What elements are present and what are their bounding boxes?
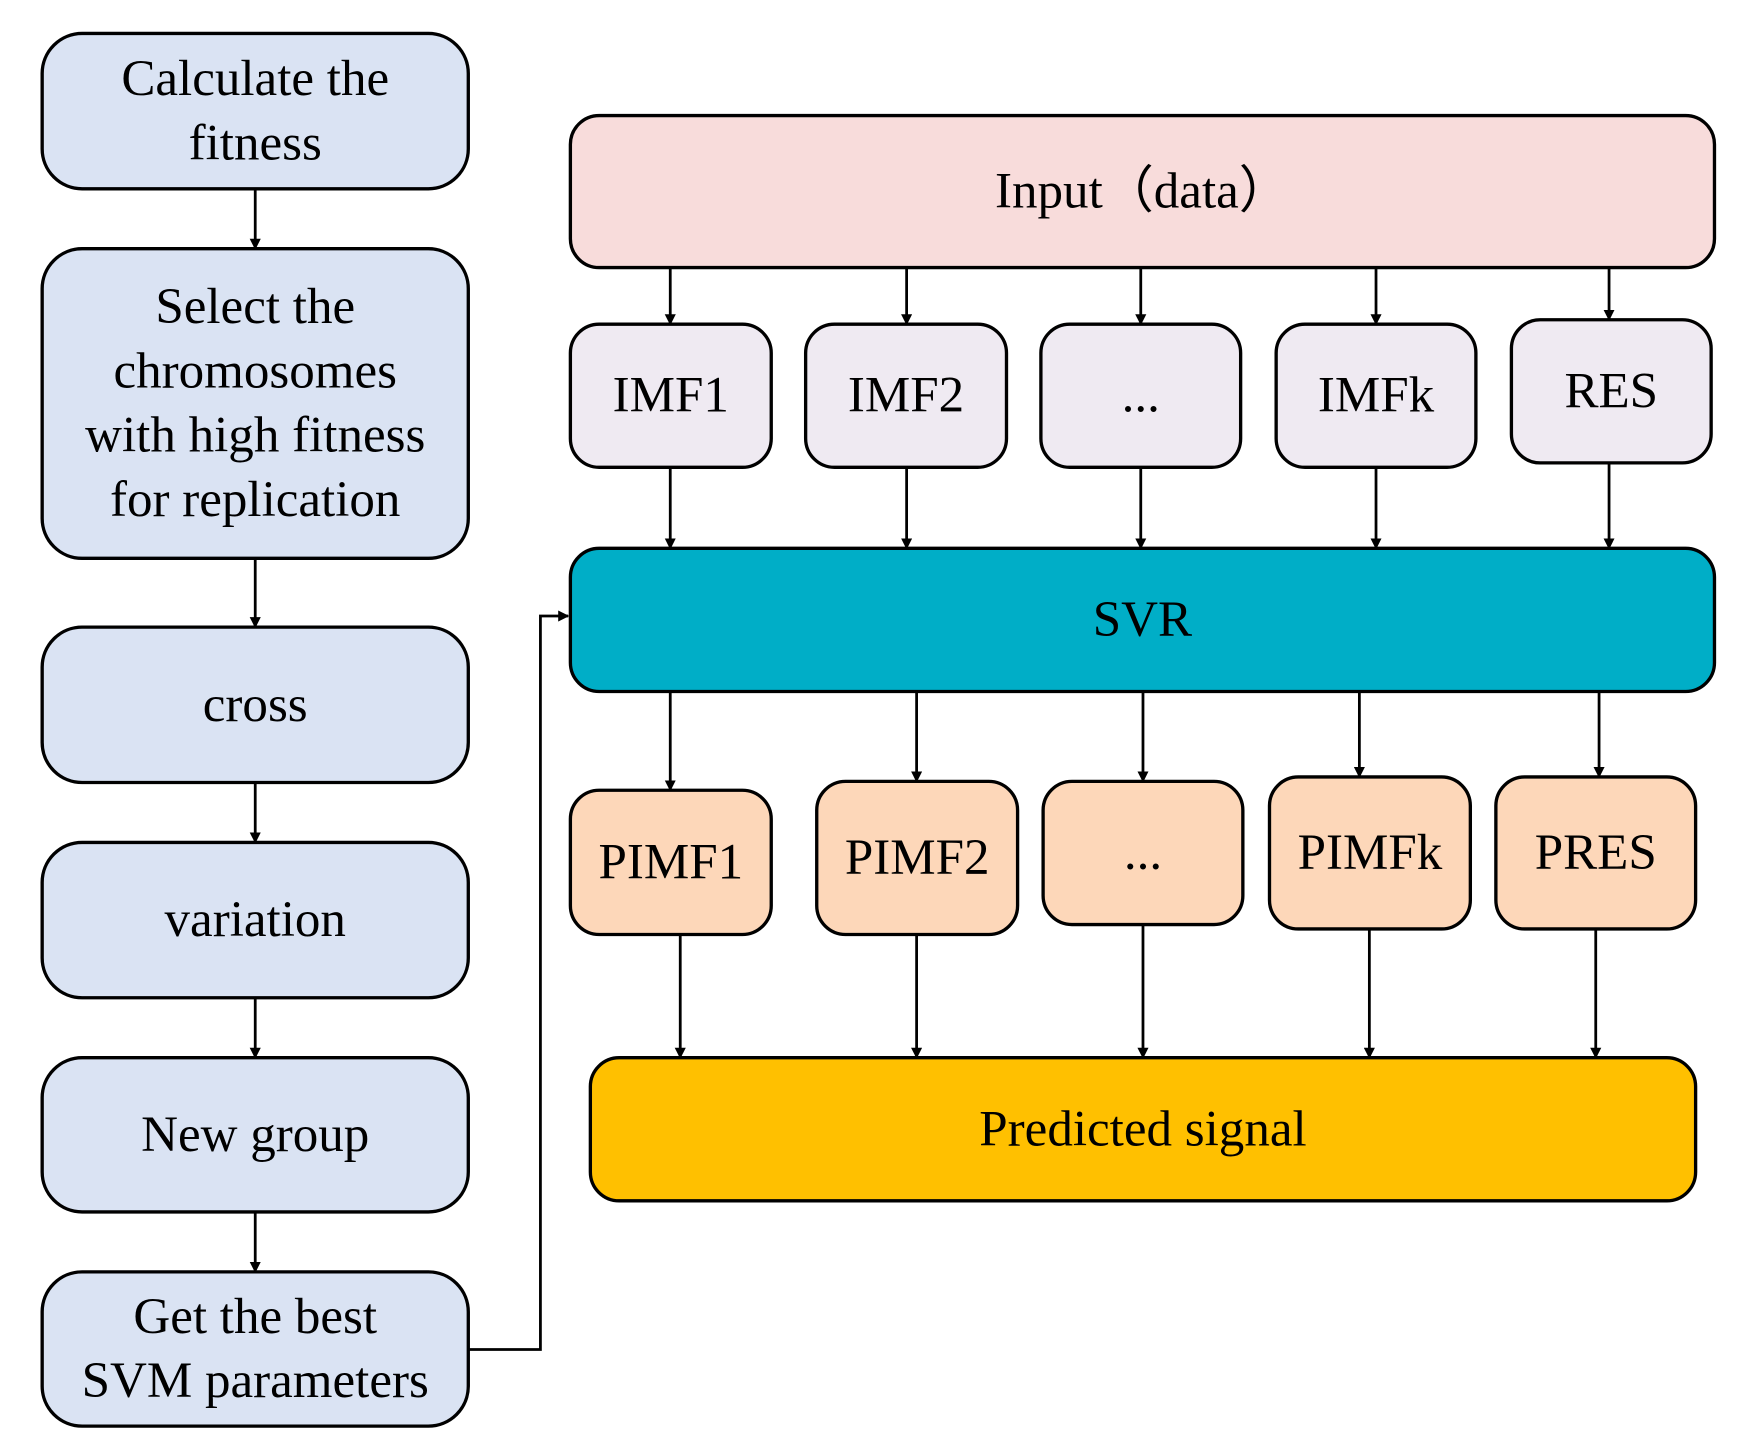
pimf-box-label: ... — [1124, 825, 1162, 881]
flow-step-label: fitness — [189, 115, 322, 171]
pimf-box-label: PIMFk — [1298, 825, 1443, 881]
flow-step-label: Select the — [155, 279, 355, 335]
flow-step-label: cross — [203, 677, 308, 733]
flow-step-label: SVM parameters — [82, 1353, 429, 1409]
diagram: Calculate the fitness Select the chromosome… — [40, 31, 1717, 1428]
flow-step-label: variation — [165, 892, 346, 948]
input-box-label: Input（data） — [995, 164, 1290, 220]
imf-box-label: IMF2 — [848, 368, 964, 424]
imf-box-label: ... — [1122, 368, 1160, 424]
pimf-box-label: PIMF1 — [598, 834, 743, 890]
feedback-arrow — [468, 610, 570, 1351]
svr-box-label: SVR — [1093, 592, 1192, 648]
imf-box-label: IMFk — [1318, 368, 1435, 424]
flow-step-label: New group — [141, 1107, 369, 1163]
pimf-box-label: PIMF2 — [845, 830, 990, 886]
flow-step-label: for replication — [110, 472, 400, 528]
flow-step-label: Get the best — [133, 1289, 377, 1345]
pimf-box-label: PRES — [1535, 825, 1657, 881]
imf-box-label: RES — [1564, 363, 1658, 419]
imf-box-label: IMF1 — [613, 368, 729, 424]
output-box-label: Predicted signal — [979, 1101, 1306, 1157]
flow-step-label: chromosomes — [113, 343, 396, 399]
flow-step-label: with high fitness — [85, 408, 425, 464]
flow-step-label: Calculate the — [121, 51, 389, 107]
